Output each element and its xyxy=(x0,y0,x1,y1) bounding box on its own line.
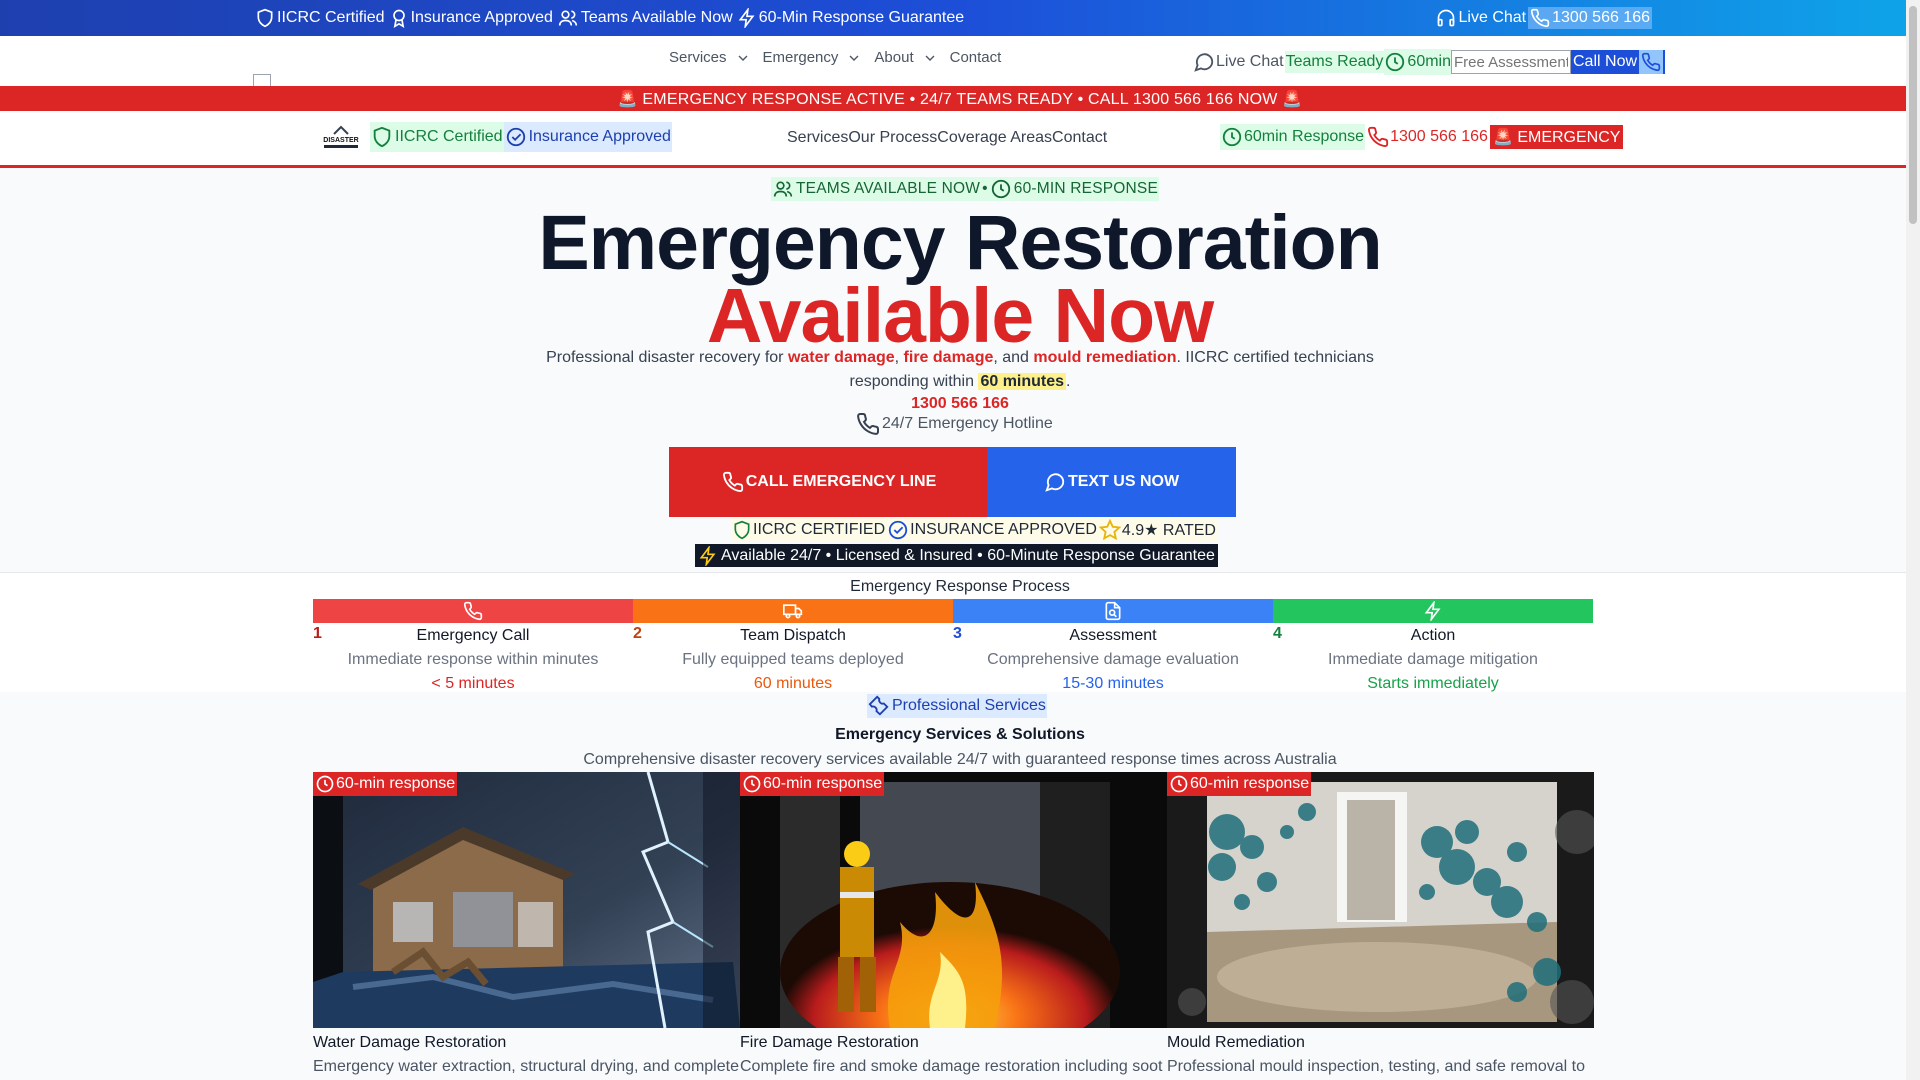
page-scrollbar[interactable] xyxy=(1906,0,1920,1080)
nav-live-chat[interactable]: Live Chat xyxy=(1193,51,1284,73)
services-subtitle: Comprehensive disaster recovery services… xyxy=(583,751,1337,768)
clock-icon xyxy=(1386,52,1405,72)
sub-link-contact[interactable]: Contact xyxy=(1052,129,1107,147)
shield-icon xyxy=(373,126,391,148)
message-circle-icon xyxy=(1045,473,1065,492)
process-step-3: 3 Assessment Comprehensive damage evalua… xyxy=(953,599,1273,695)
message-circle-icon xyxy=(1194,53,1214,72)
main-nav: Services Emergency About Contact Live Ch… xyxy=(0,36,1920,90)
headphones-icon xyxy=(1437,9,1454,27)
response-tag: 60-min response xyxy=(1167,772,1312,796)
sixty-min-badge: 60min xyxy=(1384,49,1451,75)
guarantee-strip: Available 24/7 • Licensed & Insured • 60… xyxy=(695,544,1218,567)
phone-icon xyxy=(722,471,743,492)
response-tag: 60-min response xyxy=(313,772,458,796)
zap-icon xyxy=(699,545,716,566)
service-cards: 60-min response Water Damage Restoration… xyxy=(313,772,1594,1079)
phone-icon xyxy=(1531,8,1550,28)
file-search-icon xyxy=(1105,601,1121,621)
zap-icon xyxy=(1424,601,1441,621)
clock-icon xyxy=(743,775,761,793)
hotline-number[interactable]: 1300 566 166 xyxy=(0,395,1920,413)
shield-icon xyxy=(257,8,273,28)
free-assessment-input[interactable] xyxy=(1451,50,1571,74)
fire-damage-image: 60-min response xyxy=(740,772,1167,1028)
text-us-button[interactable]: TEXT US NOW xyxy=(987,447,1236,517)
hotline-label: 24/7 Emergency Hotline xyxy=(856,412,1053,436)
service-card-mould[interactable]: 60-min response Mould Remediation Profes… xyxy=(1167,772,1594,1079)
scrollbar-thumb[interactable] xyxy=(1909,6,1917,224)
water-damage-image: 60-min response xyxy=(313,772,740,1028)
trust-insurance: INSURANCE APPROVED xyxy=(886,519,1098,541)
users-icon xyxy=(773,181,793,197)
teams-ready-badge: Teams Ready xyxy=(1284,51,1385,73)
response-tag: 60-min response xyxy=(740,772,885,796)
phone-icon xyxy=(463,601,483,621)
mould-remediation-image: 60-min response xyxy=(1167,772,1594,1028)
process-step-1: 1 Emergency Call Immediate response with… xyxy=(313,599,633,695)
process-section: Emergency Response Process 1 Emergency C… xyxy=(0,572,1920,692)
shield-icon xyxy=(734,520,750,540)
hero-lead: Professional disaster recovery for water… xyxy=(546,349,1374,390)
availability-pill: TEAMS AVAILABLE NOW • 60-MIN RESPONSE xyxy=(771,177,1160,201)
hero-title-line1: Emergency Restoration xyxy=(538,200,1382,286)
topbar-guarantee: 60-Min Response Guarantee xyxy=(737,8,964,28)
topbar-insurance: Insurance Approved xyxy=(389,8,553,28)
service-card-fire[interactable]: 60-min response Fire Damage Restoration … xyxy=(740,772,1167,1079)
process-step-2: 2 Team Dispatch Fully equipped teams dep… xyxy=(633,599,953,695)
secondary-header: DISASTER IICRC Certified Insurance Appro… xyxy=(0,111,1920,168)
svg-text:DISASTER: DISASTER xyxy=(323,137,358,144)
hero-section: TEAMS AVAILABLE NOW • 60-MIN RESPONSE Em… xyxy=(0,168,1920,572)
top-info-bar: IICRC Certified Insurance Approved Teams… xyxy=(0,0,1920,36)
nav-services[interactable]: Services xyxy=(669,49,751,66)
insurance-badge: Insurance Approved xyxy=(503,122,672,152)
process-title: Emergency Response Process xyxy=(850,578,1070,595)
nav-emergency[interactable]: Emergency xyxy=(763,49,863,66)
services-title: Emergency Services & Solutions xyxy=(835,726,1085,743)
iicrc-badge: IICRC Certified xyxy=(370,122,504,152)
emergency-alert-banner: 🚨 EMERGENCY RESPONSE ACTIVE • 24/7 TEAMS… xyxy=(0,86,1920,111)
zap-icon xyxy=(738,8,755,28)
call-now-button[interactable]: Call Now xyxy=(1571,50,1666,74)
sub-phone-link[interactable]: 1300 566 166 xyxy=(1365,126,1488,148)
trust-badges: IICRC CERTIFIED INSURANCE APPROVED 4.9★ … xyxy=(731,518,1217,542)
check-circle-icon xyxy=(506,127,525,147)
star-icon xyxy=(1098,519,1121,541)
check-circle-icon xyxy=(888,520,908,540)
nav-contact[interactable]: Contact xyxy=(950,49,1002,66)
hero-title-line2: Available Now xyxy=(706,273,1214,359)
sub-link-coverage[interactable]: Coverage Areas xyxy=(937,129,1052,147)
sub-link-services[interactable]: Services xyxy=(787,129,848,147)
chevron-down-icon xyxy=(738,55,748,61)
trust-iicrc: IICRC CERTIFIED xyxy=(731,520,886,540)
nav-about[interactable]: About xyxy=(874,49,937,66)
phone-icon xyxy=(1368,126,1389,147)
response-badge: 60min Response xyxy=(1220,124,1366,150)
award-icon xyxy=(392,9,405,28)
emergency-button[interactable]: 🚨 EMERGENCY xyxy=(1489,125,1624,149)
topbar-iicrc: IICRC Certified xyxy=(255,8,385,28)
truck-icon xyxy=(783,604,803,619)
phone-icon xyxy=(857,412,880,435)
topbar-phone-link[interactable]: 1300 566 166 xyxy=(1528,7,1652,29)
clock-icon xyxy=(1170,775,1188,793)
clock-icon xyxy=(316,775,334,793)
clock-icon xyxy=(1222,127,1242,147)
topbar-teams: Teams Available Now xyxy=(557,8,733,28)
trust-rating: 4.9★ RATED xyxy=(1098,519,1217,541)
users-icon xyxy=(558,10,578,26)
chevron-down-icon xyxy=(925,55,935,61)
call-emergency-button[interactable]: CALL EMERGENCY LINE xyxy=(669,447,989,517)
wrench-icon xyxy=(868,695,889,716)
sub-link-process[interactable]: Our Process xyxy=(848,129,937,147)
disaster-logo-icon: DISASTER xyxy=(322,125,360,148)
company-logo[interactable]: DISASTER xyxy=(320,124,362,152)
service-card-water[interactable]: 60-min response Water Damage Restoration… xyxy=(313,772,740,1079)
chevron-down-icon xyxy=(849,55,859,61)
topbar-live-chat[interactable]: Live Chat xyxy=(1435,8,1526,28)
clock-icon xyxy=(991,179,1010,199)
professional-services-pill: Professional Services xyxy=(867,694,1047,718)
phone-icon xyxy=(1641,52,1661,72)
process-step-4: 4 Action Immediate damage mitigation Sta… xyxy=(1273,599,1593,695)
